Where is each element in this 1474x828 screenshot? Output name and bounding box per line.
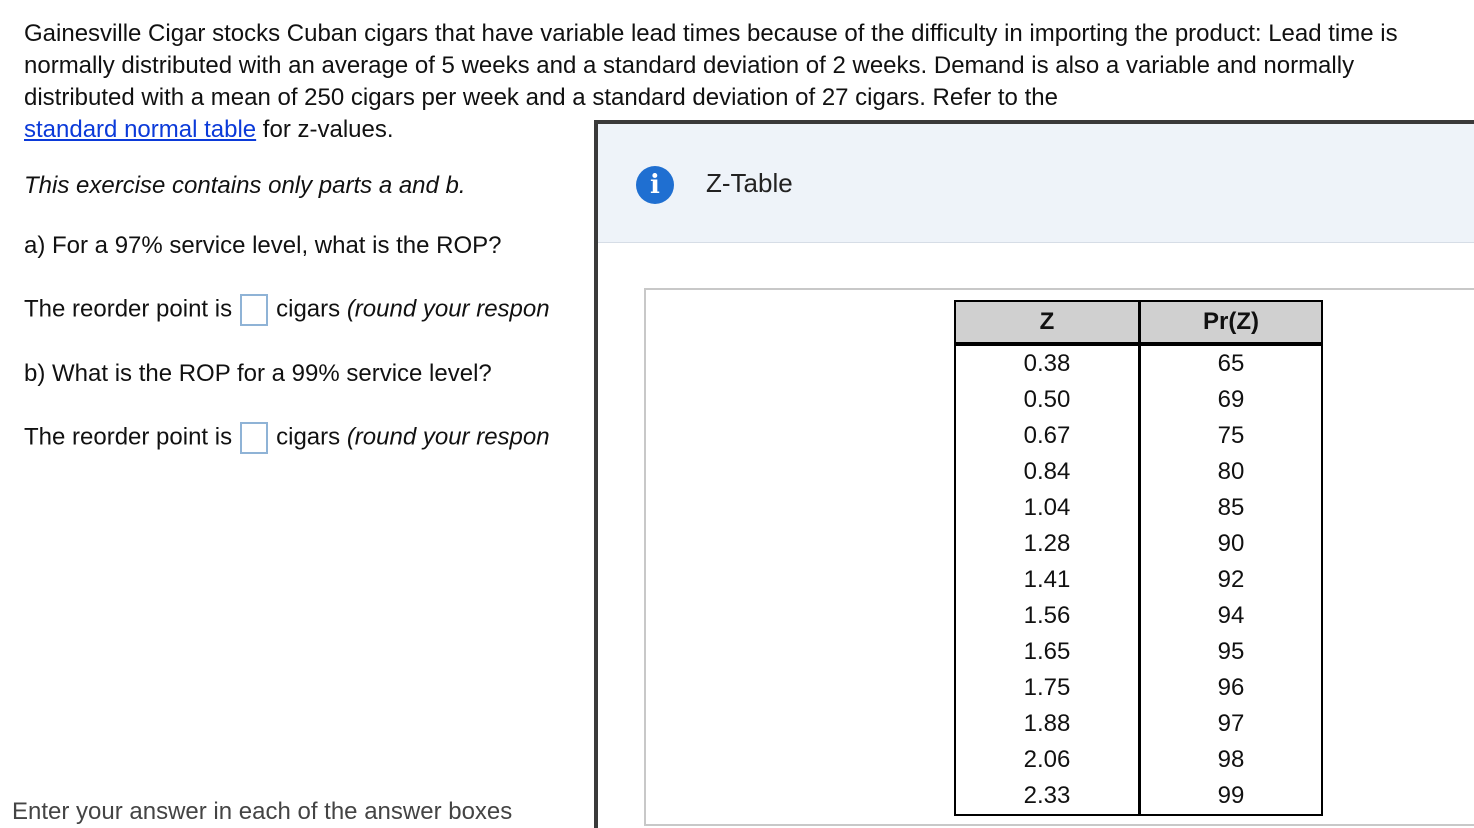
table-row: 0.84 80 [954, 454, 1323, 490]
probability-cell: 99 [1138, 778, 1323, 816]
table-row: 1.41 92 [954, 562, 1323, 598]
table-row: 0.38 65 [954, 344, 1323, 382]
z-value-cell: 1.28 [954, 526, 1141, 562]
probability-cell: 95 [1138, 634, 1323, 670]
answer-suffix-b: cigars [276, 423, 341, 451]
probability-cell: 75 [1138, 418, 1323, 454]
z-value-cell: 2.33 [954, 778, 1141, 816]
answer-input-a[interactable] [240, 294, 269, 326]
z-table-header-row: Z Pr(Z) [954, 300, 1323, 346]
z-value-cell: 1.75 [954, 670, 1141, 706]
probability-cell: 98 [1138, 742, 1323, 778]
header-z: Z [954, 300, 1141, 346]
table-row: 2.33 99 [954, 778, 1323, 816]
answer-line-b: The reorder point is cigars (round your r… [24, 422, 550, 454]
z-value-cell: 2.06 [954, 742, 1141, 778]
z-table: Z Pr(Z) 0.38 65 0.50 69 0.67 75 0.84 80 1.04 85 1.… [954, 300, 1323, 816]
table-row: 1.75 96 [954, 670, 1323, 706]
answer-hint-a: (round your respon [346, 295, 550, 323]
z-value-cell: 1.88 [954, 706, 1141, 742]
probability-cell: 65 [1138, 344, 1323, 382]
question-b: b) What is the ROP for a 99% service lev… [24, 360, 492, 387]
table-row: 1.88 97 [954, 706, 1323, 742]
probability-cell: 92 [1138, 562, 1323, 598]
z-value-cell: 1.56 [954, 598, 1141, 634]
probability-cell: 94 [1138, 598, 1323, 634]
standard-normal-table-link[interactable]: standard normal table [24, 116, 256, 143]
info-icon: i [636, 166, 674, 204]
z-value-cell: 1.41 [954, 562, 1141, 598]
answer-prefix-b: The reorder point is [24, 423, 233, 451]
popup-header: i Z-Table [598, 124, 1474, 243]
problem-text: Gainesville Cigar stocks Cuban cigars th… [24, 20, 1398, 111]
answer-suffix-a: cigars [276, 295, 341, 323]
probability-cell: 85 [1138, 490, 1323, 526]
z-table-popup: i Z-Table Z Pr(Z) 0.38 65 0.50 69 0.67 75 0.84… [594, 120, 1474, 828]
table-row: 0.50 69 [954, 382, 1323, 418]
probability-cell: 80 [1138, 454, 1323, 490]
table-row: 0.67 75 [954, 418, 1323, 454]
z-value-cell: 1.04 [954, 490, 1141, 526]
table-row: 1.65 95 [954, 634, 1323, 670]
table-row: 1.56 94 [954, 598, 1323, 634]
z-value-cell: 0.38 [954, 344, 1141, 382]
popup-title: Z-Table [706, 168, 793, 198]
probability-cell: 97 [1138, 706, 1323, 742]
question-a: a) For a 97% service level, what is the … [24, 232, 502, 259]
table-row: 2.06 98 [954, 742, 1323, 778]
z-value-cell: 0.67 [954, 418, 1141, 454]
problem-after-link: for z-values. [256, 116, 394, 143]
exercise-note: This exercise contains only parts a and … [24, 172, 466, 199]
answer-prefix-a: The reorder point is [24, 295, 233, 323]
header-pr-z: Pr(Z) [1138, 300, 1323, 346]
probability-cell: 69 [1138, 382, 1323, 418]
z-table-frame: Z Pr(Z) 0.38 65 0.50 69 0.67 75 0.84 80 1.04 85 1.… [644, 288, 1474, 826]
z-value-cell: 1.65 [954, 634, 1141, 670]
footer-instructions: Enter your answer in each of the answer … [12, 798, 513, 825]
answer-hint-b: (round your respon [346, 423, 550, 451]
answer-line-a: The reorder point is cigars (round your r… [24, 294, 550, 326]
table-row: 1.28 90 [954, 526, 1323, 562]
z-value-cell: 0.50 [954, 382, 1141, 418]
z-value-cell: 0.84 [954, 454, 1141, 490]
probability-cell: 96 [1138, 670, 1323, 706]
answer-input-b[interactable] [240, 422, 269, 454]
table-row: 1.04 85 [954, 490, 1323, 526]
probability-cell: 90 [1138, 526, 1323, 562]
